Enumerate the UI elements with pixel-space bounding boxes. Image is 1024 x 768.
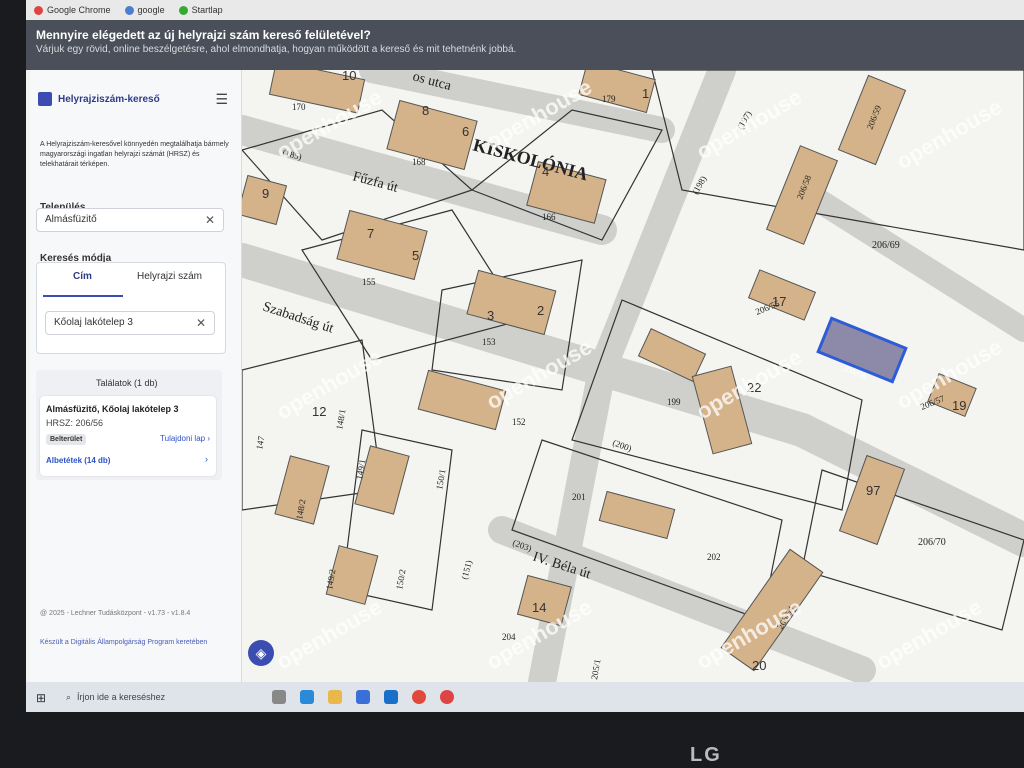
survey-banner[interactable]: Mennyire elégedett az új helyrajzi szám … <box>26 20 1024 70</box>
windows-start-icon[interactable]: ⊞ <box>36 691 48 705</box>
sidebar-footer: @ 2025 - Lechner Tudásközpont - v1.73 - … <box>40 610 191 617</box>
road-diagonal <box>790 178 1024 342</box>
watermark: openhouse <box>272 344 386 424</box>
bookmark-google[interactable]: google <box>124 5 165 15</box>
outlook-icon[interactable] <box>384 690 398 704</box>
map-canvas[interactable]: KISKOLÓNIA Fűzfa út Szabadság út IV. Bél… <box>242 70 1024 682</box>
parcel-number: 202 <box>707 552 721 562</box>
house-number: 2 <box>537 303 544 318</box>
google-icon <box>124 5 134 15</box>
land-registry-link[interactable]: Tulajdoni lap › <box>160 434 210 443</box>
clear-address-icon[interactable]: ✕ <box>196 316 206 330</box>
taskbar: ⊞ ⌕ Írjon ide a kereséshez <box>26 682 1024 712</box>
cadastral-map[interactable]: KISKOLÓNIA Fűzfa út Szabadság út IV. Bél… <box>242 70 1024 682</box>
house-number: 20 <box>752 658 766 673</box>
parcel-number: 153 <box>482 337 496 347</box>
watermark: openhouse <box>892 94 1006 174</box>
parcel-number: 148/1 <box>334 408 347 430</box>
store-icon[interactable] <box>356 690 370 704</box>
layers-button[interactable]: ◈ <box>248 640 274 666</box>
house-number: 1 <box>642 86 649 101</box>
taskbar-search[interactable]: ⌕ Írjon ide a kereséshez <box>66 692 256 703</box>
monitor-brand-logo: LG <box>690 744 722 766</box>
parcel-number: 166 <box>542 212 556 222</box>
chevron-right-icon[interactable]: › <box>205 454 208 464</box>
sidebar-header: Helyrajziszám-kereső ☰ <box>38 88 228 110</box>
parcel-number: 179 <box>602 94 616 104</box>
parcel-number: 150/2 <box>394 568 407 590</box>
hamburger-menu-icon[interactable]: ☰ <box>215 91 228 108</box>
results-panel: Találatok (1 db) Almásfüzitő, Kőolaj lak… <box>36 370 222 480</box>
house-number: 14 <box>532 600 546 615</box>
house-number: 9 <box>262 186 269 201</box>
road-number: (151) <box>459 559 474 580</box>
settlement-field[interactable]: Almásfüzitő ✕ <box>36 208 224 232</box>
chrome-profile-icon[interactable] <box>440 690 454 704</box>
parcel-number: 199 <box>667 397 681 407</box>
sidebar: Helyrajziszám-kereső ☰ A Helyrajziszám-k… <box>30 70 242 682</box>
house-number: 10 <box>342 70 356 83</box>
result-hrsz: HRSZ: 206/56 <box>46 418 104 428</box>
search-icon: ⌕ <box>66 691 72 702</box>
app-logo-icon <box>38 92 52 106</box>
watermark: openhouse <box>872 594 986 674</box>
layers-icon: ◈ <box>255 645 267 661</box>
banner-subtitle: Várjuk egy rövid, online beszélgetésre, … <box>36 44 517 55</box>
parcel-number: 201 <box>572 492 586 502</box>
tab-address[interactable]: Cím <box>73 271 92 282</box>
address-field[interactable]: Kőolaj lakótelep 3 ✕ <box>45 311 215 335</box>
result-badge: Belterület <box>46 434 87 445</box>
parcel-number: 150/1 <box>434 468 447 490</box>
app-title: Helyrajziszám-kereső <box>58 93 160 105</box>
building <box>598 490 676 540</box>
parcel-number: 206/69 <box>872 240 900 251</box>
parcel-number: 170 <box>292 102 306 112</box>
parcel-number: 206/70 <box>918 537 946 548</box>
house-number: 6 <box>462 124 469 139</box>
result-title: Almásfüzitő, Kőolaj lakótelep 3 <box>46 404 179 414</box>
sidebar-footer-program[interactable]: Készült a Digitális Állampolgárság Progr… <box>40 638 226 647</box>
street-label-szabadsag: Szabadság út <box>261 300 336 337</box>
taskbar-apps <box>272 690 454 704</box>
house-number: 19 <box>952 398 966 413</box>
parcel-number: 152 <box>512 417 526 427</box>
chrome-icon[interactable] <box>412 690 426 704</box>
bookmark-startlap[interactable]: Startlap <box>178 5 223 15</box>
parcel-number: 155 <box>362 277 376 287</box>
results-count: Találatok (1 db) <box>96 378 158 388</box>
house-number: 4 <box>542 164 549 179</box>
house-number: 7 <box>367 226 374 241</box>
result-card[interactable]: Almásfüzitő, Kőolaj lakótelep 3 HRSZ: 20… <box>40 396 216 476</box>
active-tab-indicator <box>43 295 123 297</box>
screen: Google Chrome google Startlap Mennyire e… <box>26 0 1024 712</box>
bookmark-chrome[interactable]: Google Chrome <box>34 5 111 15</box>
file-explorer-icon[interactable] <box>328 690 342 704</box>
watermark: openhouse <box>272 594 386 674</box>
house-number: 3 <box>487 308 494 323</box>
house-number: 97 <box>866 483 880 498</box>
task-view-icon[interactable] <box>272 690 286 704</box>
sub-units-link[interactable]: Albetétek (14 db) <box>46 456 110 465</box>
parcel-number: 205/1 <box>589 658 602 680</box>
edge-icon[interactable] <box>300 690 314 704</box>
search-mode-box: Cím Helyrajzi szám Kőolaj lakótelep 3 ✕ <box>36 262 226 354</box>
chrome-icon <box>34 5 43 15</box>
banner-title: Mennyire elégedett az új helyrajzi szám … <box>36 28 371 42</box>
house-number: 8 <box>422 103 429 118</box>
app-description: A Helyrajziszám-keresővel könnyedén megt… <box>40 141 229 168</box>
startlap-icon <box>178 5 188 15</box>
parcel-number: 168 <box>412 157 426 167</box>
bookmarks-bar: Google Chrome google Startlap <box>26 0 1024 20</box>
house-number: 5 <box>412 248 419 263</box>
parcel-number: 147 <box>254 435 266 451</box>
house-number: 17 <box>772 294 786 309</box>
tab-hrsz[interactable]: Helyrajzi szám <box>137 271 202 282</box>
clear-settlement-icon[interactable]: ✕ <box>205 213 215 227</box>
